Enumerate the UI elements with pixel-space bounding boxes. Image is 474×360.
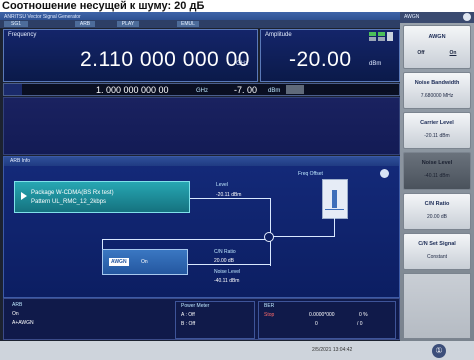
tab-bar: SG1 ARB PLAY EMUL — [0, 20, 400, 28]
cn-ratio-label: C/N Ratio — [214, 249, 236, 255]
soft-key-panel: AWGN AWGN Off On Noise Bandwidth 7.68000… — [400, 12, 474, 341]
page-caption: Соотношение несущей к шуму: 20 дБ — [0, 0, 474, 12]
freq-offset-label: Freq Offset — [298, 171, 323, 177]
ber-total: / 0 — [357, 321, 363, 327]
power-meter-section: Power Meter A : Off B : Off — [175, 301, 255, 339]
sub-frequency: 1. 000 000 000 00 — [96, 85, 169, 95]
sub-indicator-icon — [286, 85, 304, 94]
freq-offset-graphic — [322, 179, 348, 219]
level-label: Level — [216, 182, 228, 188]
amplitude-panel[interactable]: Amplitude -20.00 dBm — [260, 29, 400, 82]
awgn-label: AWGN — [109, 258, 129, 266]
datetime: 2/5/2021 13:04:42 — [312, 347, 353, 353]
package-box[interactable]: Package W-CDMA(BS Rx test) Pattern UL_RM… — [14, 181, 190, 213]
ber-state: Stop — [264, 312, 275, 318]
cn-ratio-value: 20.00 dB — [214, 258, 235, 264]
awgn-toggle-button[interactable]: AWGN Off On — [403, 25, 471, 69]
tab-play[interactable]: PLAY — [117, 21, 139, 27]
awgn-on-option[interactable]: On — [420, 50, 474, 56]
ber-percent: 0 % — [359, 312, 368, 318]
arb-info-panel: ARB Info Package W-CDMA(BS Rx test) Patt… — [3, 156, 400, 298]
power-meter-label: Power Meter — [181, 303, 210, 309]
bottom-bar: 2/5/2021 13:04:42 ① — [0, 341, 474, 360]
frequency-unit: GHz — [236, 61, 248, 67]
frequency-panel[interactable]: Frequency 2.110 000 000 00 GHz — [3, 29, 258, 82]
carrier-level-label: Carrier Level — [420, 120, 454, 126]
noise-bandwidth-label: Noise Bandwidth — [414, 80, 460, 86]
power-meter-a: A : Off — [181, 312, 195, 318]
cn-set-signal-label: C/N Set Signal — [418, 241, 456, 247]
status-arb-label: ARB — [12, 302, 23, 308]
cn-ratio-soft-value: 20.00 dB — [426, 214, 448, 220]
tab-emul[interactable]: EMUL — [177, 21, 199, 27]
awgn-toggle-label: AWGN — [428, 34, 446, 40]
rf-mod-indicator-icon — [369, 32, 393, 42]
noise-bandwidth-button[interactable]: Noise Bandwidth 7.680000 MHz — [403, 72, 471, 109]
amplitude-label: Amplitude — [265, 32, 292, 38]
noise-level-soft-value: -40.11 dBm — [424, 173, 450, 179]
ber-section: BER Stop 0.0000*000 0 % 0 / 0 — [258, 301, 396, 339]
close-icon[interactable] — [463, 13, 471, 21]
soft-key-header: AWGN — [400, 12, 474, 23]
refresh-icon[interactable] — [380, 169, 389, 178]
package-name: Package W-CDMA(BS Rx test) — [31, 190, 114, 196]
noise-level-button[interactable]: Noise Level -40.11 dBm — [403, 152, 471, 190]
soft-key-header-label: AWGN — [404, 14, 420, 20]
ber-value: 0.0000*000 — [309, 312, 335, 318]
frequency-label: Frequency — [8, 32, 37, 38]
status-arb-on: On — [12, 311, 19, 317]
status-arb-mode: A+AWGN — [12, 320, 34, 326]
sub-bar-tag — [4, 84, 22, 95]
sub-amplitude: -7. 00 — [234, 85, 258, 95]
status-bar: ARB On A+AWGN Power Meter A : Off B : Of… — [3, 298, 400, 340]
ber-count: 0 — [315, 321, 318, 327]
carrier-level-button[interactable]: Carrier Level -20.11 dBm — [403, 112, 471, 149]
soft-key-blank — [403, 273, 471, 339]
cn-set-signal-value: Constant — [426, 254, 447, 260]
frequency-value[interactable]: 2.110 000 000 00 — [80, 48, 250, 72]
sub-status-bar: 1. 000 000 000 00 GHz -7. 00 dBm — [3, 83, 400, 96]
page-number-icon[interactable]: ① — [432, 344, 446, 358]
cn-ratio-soft-label: C/N Ratio — [424, 201, 450, 207]
amplitude-value[interactable]: -20.00 — [289, 48, 352, 72]
sub-amplitude-unit: dBm — [268, 88, 281, 94]
play-icon — [21, 192, 27, 200]
cn-set-signal-button[interactable]: C/N Set Signal Constant — [403, 233, 471, 270]
pattern-name: Pattern UL_RMC_12_2kbps — [31, 199, 107, 205]
display-area — [3, 97, 400, 155]
combiner-icon — [264, 232, 274, 242]
power-meter-b: B : Off — [181, 321, 196, 327]
arb-info-header: ARB Info — [4, 157, 399, 166]
tab-arb[interactable]: ARB — [75, 21, 95, 27]
ber-label: BER — [264, 303, 275, 309]
sub-frequency-unit: GHz — [196, 88, 208, 94]
noise-level-label: Noise Level — [214, 269, 241, 275]
noise-level-value: -40.11 dBm — [214, 278, 240, 284]
tab-sg1[interactable]: SG1 — [4, 21, 28, 27]
amplitude-unit: dBm — [369, 61, 382, 67]
carrier-level-value: -20.11 dBm — [424, 133, 450, 139]
awgn-box[interactable]: AWGN On — [102, 249, 188, 275]
cn-ratio-button[interactable]: C/N Ratio 20.00 dB — [403, 193, 471, 230]
noise-bandwidth-value: 7.680000 MHz — [420, 93, 454, 99]
awgn-state: On — [141, 259, 148, 265]
noise-level-soft-label: Noise Level — [421, 160, 453, 166]
